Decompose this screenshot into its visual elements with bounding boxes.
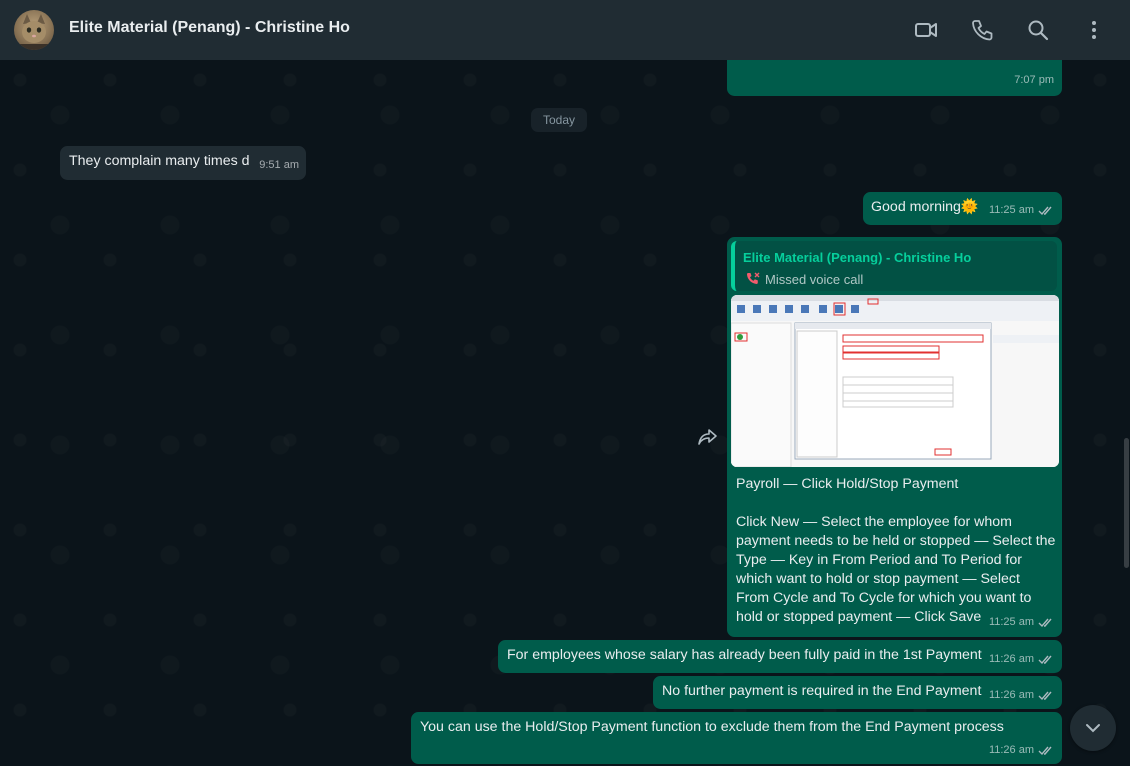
voice-call-icon[interactable] (970, 18, 994, 42)
message-bubble-outgoing[interactable]: No further payment is required in the En… (653, 676, 1062, 709)
forward-icon[interactable] (697, 427, 719, 447)
sun-emoji-icon: 🌞 (960, 199, 979, 215)
double-check-icon (1038, 691, 1052, 701)
message-text: For employees whose salary has already b… (507, 647, 982, 663)
message-time: 11:25 am (989, 613, 1054, 632)
chat-header: Elite Material (Penang) - Christine Ho (0, 0, 1130, 60)
message-text: Payroll — Click Hold/Stop Payment Click … (736, 475, 1056, 627)
scroll-to-bottom-button[interactable] (1070, 705, 1116, 751)
double-check-icon (1038, 618, 1052, 628)
message-bubble-outgoing[interactable]: Good morning🌞 11:25 am (863, 192, 1062, 225)
message-bubble-outgoing-image[interactable]: Elite Material (Penang) - Christine Ho M… (727, 237, 1062, 637)
missed-call-icon (747, 272, 760, 284)
message-text: They complain many times d (69, 153, 250, 169)
contact-avatar[interactable] (14, 10, 54, 50)
double-check-icon (1038, 655, 1052, 665)
message-time: 9:51 am (259, 159, 299, 171)
message-line-2: Click New — Select the employee for whom… (736, 514, 1056, 625)
quoted-sender: Elite Material (Penang) - Christine Ho (743, 250, 972, 265)
chevron-down-icon (1086, 724, 1100, 733)
message-time: 7:07 pm (1014, 74, 1054, 86)
message-text: Good morning🌞 (871, 199, 979, 215)
day-separator: Today (531, 108, 587, 132)
search-icon[interactable] (1026, 18, 1050, 42)
message-time: 11:26 am (989, 741, 1054, 760)
message-bubble-previous[interactable]: 7:07 pm (727, 60, 1062, 96)
double-check-icon (1038, 206, 1052, 216)
chat-title[interactable]: Elite Material (Penang) - Christine Ho (69, 19, 350, 37)
message-line-1: Payroll — Click Hold/Stop Payment (736, 476, 959, 492)
message-text: You can use the Hold/Stop Payment functi… (420, 719, 1004, 735)
screenshot-image[interactable] (731, 295, 1059, 467)
message-time: 11:25 am (989, 201, 1054, 220)
scrollbar[interactable] (1124, 438, 1129, 568)
quoted-text: Missed voice call (765, 272, 864, 287)
double-check-icon (1038, 746, 1052, 756)
menu-icon[interactable] (1082, 18, 1106, 42)
video-call-icon[interactable] (914, 18, 938, 42)
message-bubble-outgoing[interactable]: For employees whose salary has already b… (498, 640, 1062, 673)
quoted-message[interactable]: Elite Material (Penang) - Christine Ho M… (731, 241, 1057, 291)
message-bubble-incoming[interactable]: They complain many times d 9:51 am (60, 146, 306, 180)
message-text: No further payment is required in the En… (662, 683, 982, 699)
message-time: 11:26 am (989, 686, 1054, 705)
payroll-screenshot-image (731, 295, 1059, 467)
chat-area[interactable]: 7:07 pm Today They complain many times d… (0, 60, 1130, 766)
message-time: 11:26 am (989, 650, 1054, 669)
message-bubble-outgoing[interactable]: You can use the Hold/Stop Payment functi… (411, 712, 1062, 764)
cat-photo-icon (14, 14, 54, 50)
